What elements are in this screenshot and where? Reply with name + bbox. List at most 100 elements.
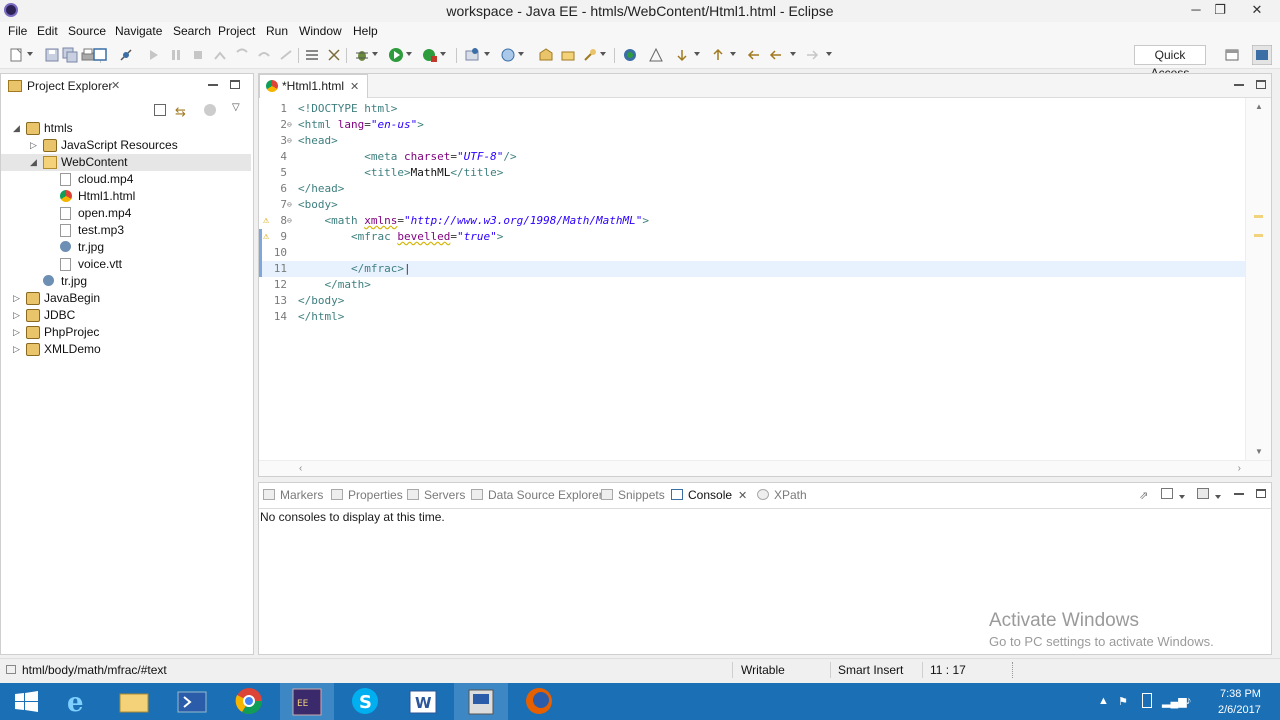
maximize-icon[interactable] [1256, 489, 1266, 498]
view-menu-icon[interactable]: ▽ [232, 102, 240, 113]
collapse-all-icon[interactable] [154, 104, 166, 116]
fold-collapse-icon[interactable]: ⊖ [287, 213, 297, 228]
tree-item[interactable]: ◢ htmls [1, 120, 251, 137]
collapsed-arrow-icon[interactable]: ▷ [30, 137, 38, 154]
save-all-icon[interactable] [62, 47, 78, 63]
last-edit-icon[interactable] [746, 47, 762, 63]
debug-icon[interactable] [354, 47, 370, 63]
console-view-icon[interactable] [92, 47, 108, 63]
prev-annotation-dropdown-icon[interactable] [730, 52, 736, 56]
menu-navigate[interactable]: Navigate [113, 24, 164, 38]
code-line[interactable]: 7 ⊖ <body> [259, 197, 1245, 213]
code-line[interactable]: 1 <!DOCTYPE html> [259, 101, 1245, 117]
tab-servers[interactable]: Servers [407, 488, 465, 502]
new-server-dropdown-icon[interactable] [484, 52, 490, 56]
warning-icon[interactable]: ⚠ [263, 215, 269, 226]
powershell-icon[interactable] [165, 683, 219, 720]
tree-item[interactable]: ▷ JDBC [1, 307, 251, 324]
code-line[interactable]: 13 </body> [259, 293, 1245, 309]
external-tools-icon[interactable] [422, 47, 438, 63]
maximize-icon[interactable] [230, 80, 240, 89]
close-button[interactable]: ✕ [1234, 0, 1280, 22]
close-icon[interactable]: ✕ [738, 490, 747, 502]
tree-item[interactable]: Html1.html [1, 188, 251, 205]
code-line[interactable]: 12 </math> [259, 277, 1245, 293]
skype-icon[interactable]: S [338, 683, 392, 720]
start-button[interactable] [0, 683, 54, 720]
debug-dropdown-icon[interactable] [372, 52, 378, 56]
tree-item[interactable]: ▷ JavaScript Resources [1, 137, 251, 154]
tree-item[interactable]: ▷ PhpProjec [1, 324, 251, 341]
menu-search[interactable]: Search [171, 24, 213, 38]
tab-console[interactable]: Console ✕ [671, 488, 747, 502]
new-console-icon[interactable] [1197, 488, 1209, 499]
internet-explorer-icon[interactable]: e [50, 683, 104, 720]
open-console-icon[interactable]: ⇗ [1139, 489, 1148, 502]
new-web-dropdown-icon[interactable] [518, 52, 524, 56]
search-dropdown-icon[interactable] [600, 52, 606, 56]
collapsed-arrow-icon[interactable]: ▷ [13, 290, 21, 307]
show-whitespace-icon[interactable] [326, 47, 342, 63]
expanded-arrow-icon[interactable]: ◢ [30, 154, 38, 171]
close-icon[interactable]: ✕ [350, 81, 359, 93]
tree-item[interactable]: tr.jpg [1, 273, 251, 290]
fold-collapse-icon[interactable]: ⊖ [287, 117, 297, 132]
menu-project[interactable]: Project [216, 24, 257, 38]
back-icon[interactable] [768, 47, 784, 63]
horizontal-scrollbar[interactable]: ‹ › [259, 460, 1271, 476]
file-explorer-icon[interactable] [107, 683, 161, 720]
code-line[interactable]: 6 </head> [259, 181, 1245, 197]
prev-annotation-icon[interactable] [710, 47, 726, 63]
show-hidden-icons-icon[interactable]: ▲ [1098, 695, 1109, 707]
minimize-icon[interactable] [208, 80, 218, 90]
minimize-icon[interactable] [1234, 80, 1244, 90]
tab-xpath[interactable]: XPath [757, 488, 807, 502]
volume-icon[interactable]: ♪ [1186, 695, 1192, 707]
project-explorer-tab[interactable]: Project Explorer [27, 79, 112, 93]
toggle-mark-icon[interactable] [304, 47, 320, 63]
code-line[interactable]: 5 <title>MathML</title> [259, 165, 1245, 181]
tab-properties[interactable]: Properties [331, 488, 403, 502]
next-annotation-icon[interactable] [674, 47, 690, 63]
recorder-icon[interactable] [454, 683, 508, 720]
word-icon[interactable]: W [396, 683, 450, 720]
chrome-icon[interactable] [222, 683, 276, 720]
code-editor[interactable]: 1 <!DOCTYPE html> 2 ⊖ <html lang="en-us"> 3 ⊖ <… [259, 98, 1271, 460]
external-tools-dropdown-icon[interactable] [440, 52, 446, 56]
collapsed-arrow-icon[interactable]: ▷ [13, 341, 21, 358]
code-line[interactable]: 11 </mfrac>| [259, 261, 1245, 277]
open-web-browser-icon[interactable] [622, 47, 638, 63]
code-line[interactable]: 8 ⊖ <math xmlns="http://www.w3.org/1998/M… [259, 213, 1245, 229]
menu-run[interactable]: Run [264, 24, 290, 38]
tab-markers[interactable]: Markers [263, 488, 323, 502]
new-dropdown-icon[interactable] [27, 52, 33, 56]
warning-icon[interactable]: ⚠ [263, 231, 269, 242]
tree-item[interactable]: voice.vtt [1, 256, 251, 273]
tree-item[interactable]: cloud.mp4 [1, 171, 251, 188]
network-icon[interactable]: ▂▄▆ [1162, 695, 1187, 708]
clock-time[interactable]: 7:38 PM [1220, 688, 1261, 700]
display-console-icon[interactable] [1161, 488, 1173, 499]
search-icon[interactable] [582, 47, 598, 63]
open-type-icon[interactable] [538, 47, 554, 63]
maximize-icon[interactable] [1256, 80, 1266, 89]
new-console-dropdown-icon[interactable] [1215, 495, 1221, 499]
code-line[interactable]: 14 </html> [259, 309, 1245, 325]
display-console-dropdown-icon[interactable] [1179, 495, 1185, 499]
warning-marker[interactable] [1254, 234, 1263, 237]
link-with-editor-icon[interactable]: ⇆ [175, 104, 186, 120]
vertical-scrollbar[interactable]: ▲ ▼ [1245, 98, 1271, 460]
tree-item[interactable]: ◢ WebContent [1, 154, 251, 171]
menu-source[interactable]: Source [66, 24, 108, 38]
tree-item[interactable]: tr.jpg [1, 239, 251, 256]
open-task-icon[interactable] [560, 47, 576, 63]
menu-help[interactable]: Help [351, 24, 380, 38]
tree-item[interactable]: test.mp3 [1, 222, 251, 239]
eclipse-java-ee-icon[interactable]: EE [280, 683, 334, 720]
collapsed-arrow-icon[interactable]: ▷ [13, 324, 21, 341]
save-icon[interactable] [44, 47, 60, 63]
quick-access-input[interactable]: Quick Access [1134, 45, 1206, 80]
back-dropdown-icon[interactable] [790, 52, 796, 56]
code-line[interactable]: 4 <meta charset="UTF-8"/> [259, 149, 1245, 165]
minimize-icon[interactable] [1234, 489, 1244, 499]
